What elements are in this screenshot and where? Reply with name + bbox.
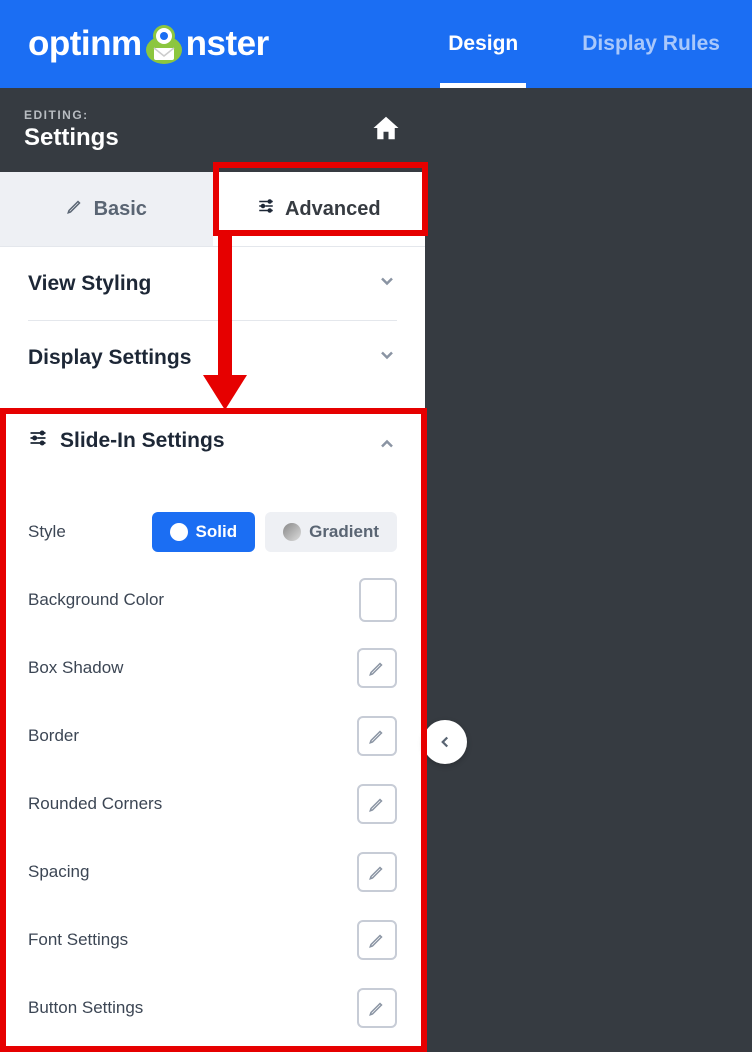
section-title-display-settings: Display Settings — [28, 346, 191, 370]
section-header-view-styling[interactable]: View Styling — [0, 247, 425, 320]
row-style: Style Solid Gradient — [28, 498, 397, 566]
row-box-shadow: Box Shadow — [28, 634, 397, 702]
pencil-icon — [66, 197, 84, 221]
sidebar: EDITING: Settings Basic Advanced View — [0, 88, 425, 1052]
label-font-settings: Font Settings — [28, 930, 128, 950]
style-toggle: Solid Gradient — [152, 512, 397, 552]
editing-title: Settings — [24, 124, 119, 152]
section-display-settings: Display Settings — [0, 321, 425, 394]
style-solid-label: Solid — [196, 522, 238, 542]
section-view-styling: View Styling — [0, 246, 425, 320]
home-icon[interactable] — [371, 113, 401, 148]
edit-box-shadow-button[interactable] — [357, 648, 397, 688]
logo-mascot-icon — [140, 20, 188, 68]
edit-spacing-button[interactable] — [357, 852, 397, 892]
chevron-down-icon — [377, 271, 397, 296]
section-header-slide-in[interactable]: Slide-In Settings — [0, 404, 425, 478]
edit-button-settings-button[interactable] — [357, 988, 397, 1028]
edit-border-button[interactable] — [357, 716, 397, 756]
nav-design[interactable]: Design — [416, 0, 550, 88]
tab-basic[interactable]: Basic — [0, 172, 213, 246]
sliders-icon — [257, 197, 275, 221]
tab-basic-label: Basic — [94, 198, 147, 221]
label-border: Border — [28, 726, 79, 746]
section-header-display-settings[interactable]: Display Settings — [0, 321, 425, 394]
chevron-down-icon — [377, 345, 397, 370]
circle-icon — [170, 523, 188, 541]
label-spacing: Spacing — [28, 862, 89, 882]
nav-display-rules[interactable]: Display Rules — [550, 0, 752, 88]
top-nav: Design Display Rules — [416, 0, 752, 88]
label-background-color: Background Color — [28, 590, 164, 610]
background-color-swatch[interactable] — [359, 578, 397, 622]
row-rounded-corners: Rounded Corners — [28, 770, 397, 838]
editing-header: EDITING: Settings — [0, 88, 425, 172]
section-slide-in: Slide-In Settings Style Solid Gradient — [0, 404, 425, 1042]
slide-in-panel-body: Style Solid Gradient Background Color — [0, 478, 425, 1042]
tab-advanced-label: Advanced — [285, 198, 381, 221]
sliders-icon — [28, 428, 48, 454]
label-button-settings: Button Settings — [28, 998, 143, 1018]
row-border: Border — [28, 702, 397, 770]
row-font-settings: Font Settings — [28, 906, 397, 974]
row-button-settings: Button Settings — [28, 974, 397, 1042]
label-box-shadow: Box Shadow — [28, 658, 123, 678]
logo-text-post: nster — [186, 24, 269, 64]
edit-font-settings-button[interactable] — [357, 920, 397, 960]
label-style: Style — [28, 522, 66, 542]
row-background-color: Background Color — [28, 566, 397, 634]
section-title-view-styling: View Styling — [28, 272, 151, 296]
style-gradient-button[interactable]: Gradient — [265, 512, 397, 552]
gradient-circle-icon — [283, 523, 301, 541]
style-solid-button[interactable]: Solid — [152, 512, 256, 552]
logo: optinm nster — [28, 20, 269, 68]
edit-rounded-corners-button[interactable] — [357, 784, 397, 824]
row-spacing: Spacing — [28, 838, 397, 906]
collapse-sidebar-button[interactable] — [423, 720, 467, 764]
topbar: optinm nster Design Display Rules — [0, 0, 752, 88]
logo-text-pre: optinm — [28, 24, 142, 64]
section-title-slide-in: Slide-In Settings — [60, 429, 225, 453]
style-gradient-label: Gradient — [309, 522, 379, 542]
editing-label: EDITING: — [24, 108, 119, 122]
tab-advanced[interactable]: Advanced — [213, 172, 426, 246]
chevron-up-icon — [377, 429, 397, 454]
label-rounded-corners: Rounded Corners — [28, 794, 162, 814]
settings-tabs: Basic Advanced — [0, 172, 425, 246]
